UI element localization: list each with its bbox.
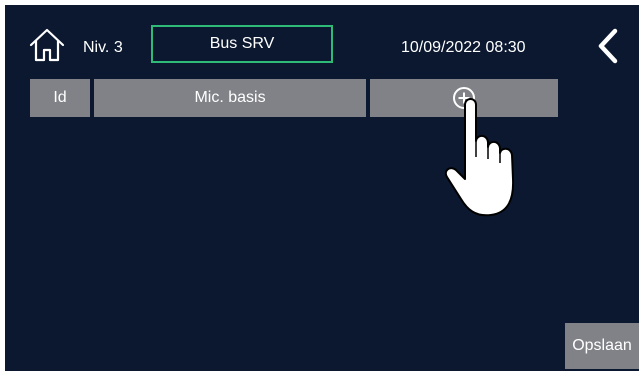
chevron-left-icon — [598, 28, 618, 64]
column-header-id: Id — [30, 79, 90, 117]
back-button[interactable] — [593, 27, 623, 65]
pointing-hand-icon — [444, 98, 515, 217]
level-label: Niv. 3 — [83, 39, 123, 56]
home-button[interactable] — [27, 25, 67, 65]
column-header-mic-basis: Mic. basis — [94, 79, 366, 117]
bus-selector[interactable]: Bus SRV — [151, 25, 333, 63]
home-icon — [29, 28, 65, 62]
datetime-display: 10/09/2022 08:30 — [401, 39, 526, 56]
save-button[interactable]: Opslaan — [565, 323, 639, 369]
screen: Niv. 3 Bus SRV 10/09/2022 08:30 Id Mic. … — [5, 5, 639, 371]
